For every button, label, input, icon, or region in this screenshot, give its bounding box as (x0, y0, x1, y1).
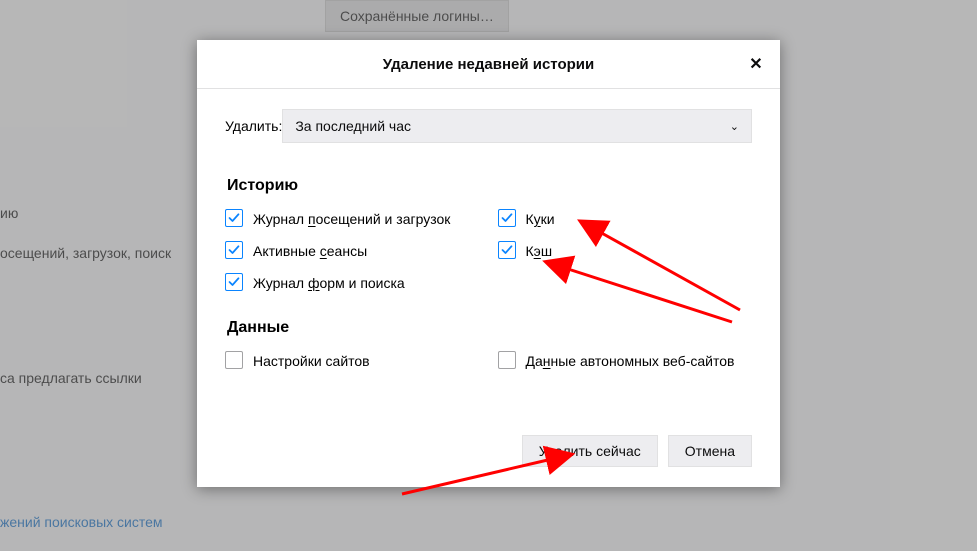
dialog-header: Удаление недавней истории ✕ (197, 40, 780, 89)
close-button[interactable]: ✕ (738, 46, 774, 82)
checkbox-offline-data[interactable] (498, 351, 516, 369)
cancel-button[interactable]: Отмена (668, 435, 752, 467)
label-offline-data: Данные автономных веб-сайтов (526, 351, 735, 371)
label-form-search-history: Журнал форм и поиска (253, 273, 405, 293)
label-browsing-history: Журнал посещений и загрузок (253, 209, 450, 229)
cancel-label: Отмена (685, 443, 735, 459)
time-range-value: За последний час (295, 118, 411, 134)
label-active-sessions: Активные сеансы (253, 241, 367, 261)
section-title-data: Данные (227, 319, 752, 337)
clear-now-button[interactable]: Удалить сейчас (522, 435, 658, 467)
option-form-search-history: Журнал форм и поиска (225, 273, 480, 293)
chevron-down-icon: ⌄ (730, 120, 739, 133)
dialog-title: Удаление недавней истории (383, 56, 594, 73)
dialog-body: Удалить: За последний час ⌄ Историю Журн… (197, 89, 780, 435)
option-active-sessions: Активные сеансы (225, 241, 480, 261)
time-range-select[interactable]: За последний час ⌄ (282, 109, 752, 143)
checkbox-active-sessions[interactable] (225, 241, 243, 259)
checkbox-cookies[interactable] (498, 209, 516, 227)
time-range-label: Удалить: (225, 118, 282, 134)
checkbox-cache[interactable] (498, 241, 516, 259)
section-title-history: Историю (227, 177, 752, 195)
label-cookies: Куки (526, 209, 555, 229)
dialog-footer: Удалить сейчас Отмена (197, 435, 780, 487)
option-offline-data: Данные автономных веб-сайтов (498, 351, 753, 371)
time-range-row: Удалить: За последний час ⌄ (225, 109, 752, 143)
option-site-preferences: Настройки сайтов (225, 351, 480, 371)
clear-now-label: Удалить сейчас (539, 443, 641, 459)
label-cache: Кэш (526, 241, 553, 261)
checkbox-browsing-history[interactable] (225, 209, 243, 227)
data-options: Настройки сайтов Данные автономных веб-с… (225, 351, 752, 371)
checkbox-form-search-history[interactable] (225, 273, 243, 291)
clear-history-dialog: Удаление недавней истории ✕ Удалить: За … (197, 40, 780, 487)
close-icon: ✕ (749, 54, 762, 74)
option-cookies: Куки (498, 209, 753, 229)
option-cache: Кэш (498, 241, 753, 261)
history-options: Журнал посещений и загрузок Куки Активны… (225, 209, 752, 293)
option-browsing-history: Журнал посещений и загрузок (225, 209, 480, 229)
label-site-preferences: Настройки сайтов (253, 351, 370, 371)
checkbox-site-preferences[interactable] (225, 351, 243, 369)
